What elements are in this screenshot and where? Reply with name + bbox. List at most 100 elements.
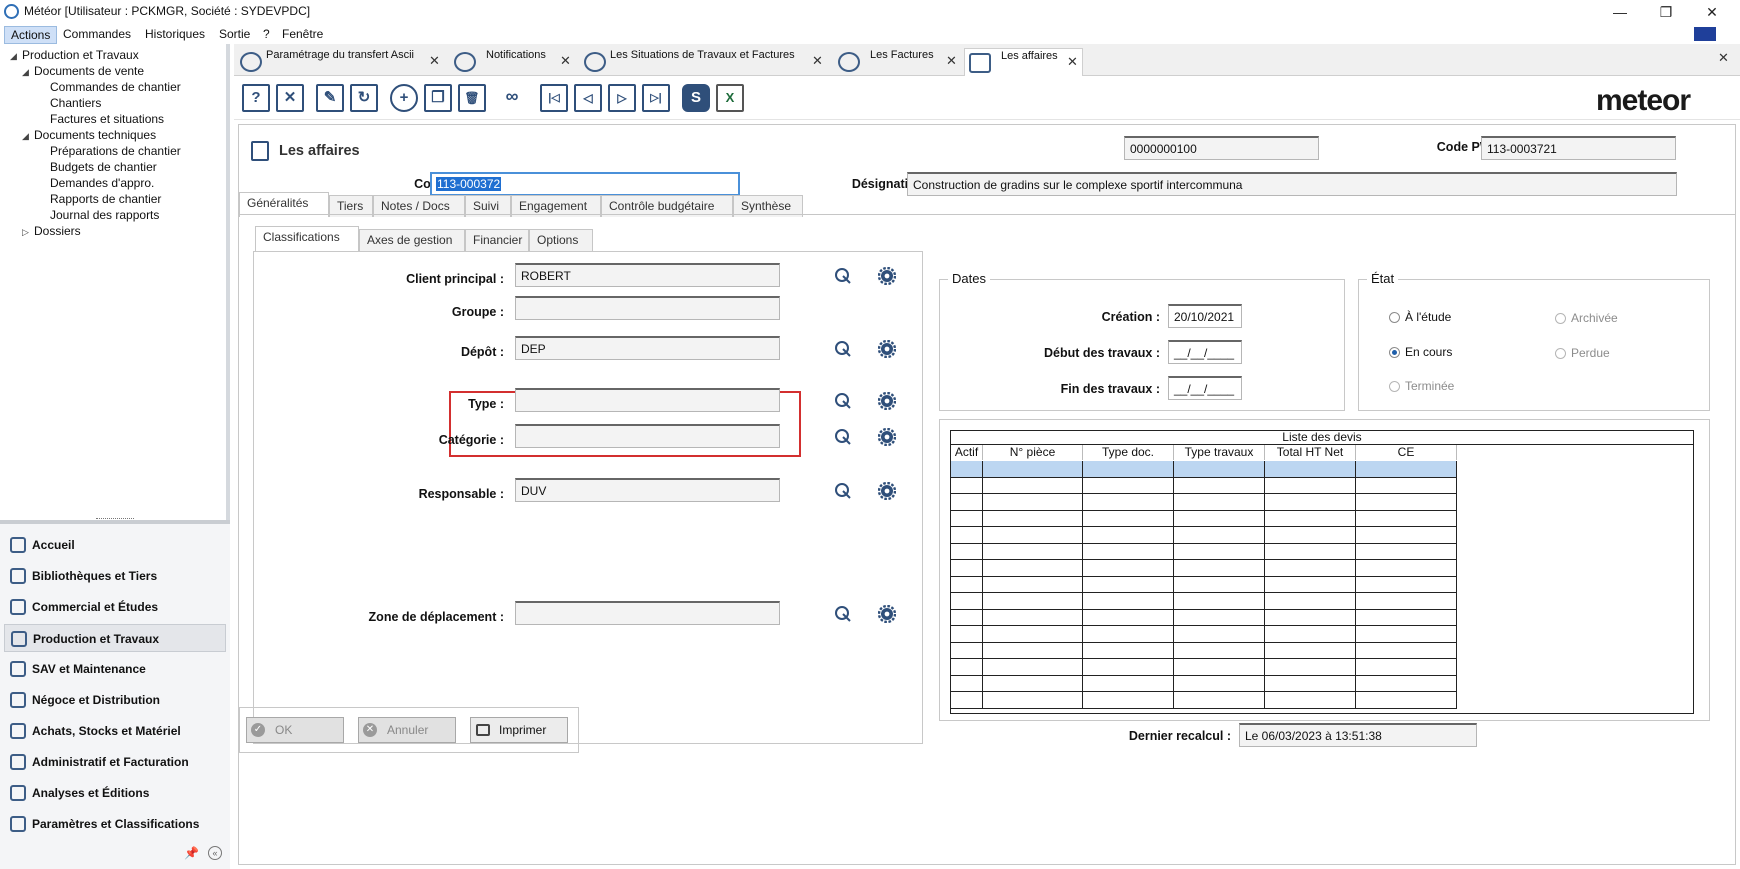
table-cell[interactable]: [951, 675, 983, 692]
table-cell[interactable]: [1174, 477, 1265, 494]
devis-column-header[interactable]: Total HT Net: [1265, 445, 1356, 460]
select-responsable-icon[interactable]: [834, 482, 852, 500]
zone-deplacement-field[interactable]: [515, 601, 780, 625]
table-cell[interactable]: [1083, 626, 1174, 643]
subtab-financier[interactable]: Financier: [465, 229, 529, 251]
table-cell[interactable]: [983, 461, 1083, 478]
table-cell[interactable]: [1083, 543, 1174, 560]
table-cell[interactable]: [1356, 461, 1457, 478]
collapse-icon[interactable]: «: [208, 846, 222, 860]
table-cell[interactable]: [1265, 642, 1356, 659]
debut-travaux-field[interactable]: __/__/____: [1168, 340, 1242, 364]
table-cell[interactable]: [1356, 477, 1457, 494]
menu-historiques[interactable]: Historiques: [139, 26, 211, 42]
refresh-button[interactable]: ↻: [350, 84, 378, 112]
client-principal-field[interactable]: ROBERT: [515, 263, 780, 287]
table-cell[interactable]: [1174, 659, 1265, 676]
table-cell[interactable]: [951, 477, 983, 494]
tree-item[interactable]: Préparations de chantier: [38, 144, 181, 158]
table-cell[interactable]: [951, 543, 983, 560]
nav-item[interactable]: Négoce et Distribution: [4, 686, 226, 714]
table-row[interactable]: [951, 659, 1457, 676]
categorie-settings-icon[interactable]: [877, 427, 897, 447]
nav-item[interactable]: Accueil: [4, 531, 226, 559]
devis-column-header[interactable]: Actif: [951, 445, 983, 460]
table-cell[interactable]: [1265, 675, 1356, 692]
table-cell[interactable]: [983, 527, 1083, 544]
close-tab-icon[interactable]: ✕: [812, 54, 823, 68]
tab-factures[interactable]: Les Factures ✕: [834, 48, 962, 76]
table-cell[interactable]: [1083, 593, 1174, 610]
table-row[interactable]: [951, 477, 1457, 494]
close-tab-icon[interactable]: ✕: [946, 54, 957, 68]
table-cell[interactable]: [1265, 527, 1356, 544]
table-cell[interactable]: [1265, 593, 1356, 610]
previous-button[interactable]: ◁: [574, 84, 602, 112]
fin-travaux-field[interactable]: __/__/____: [1168, 376, 1242, 400]
radio-en-cours[interactable]: [1389, 347, 1400, 358]
delete-button[interactable]: ✕: [276, 84, 304, 112]
tree-item[interactable]: Factures et situations: [38, 112, 164, 126]
table-cell[interactable]: [1356, 675, 1457, 692]
table-row[interactable]: [951, 593, 1457, 610]
select-depot-icon[interactable]: [834, 340, 852, 358]
devis-column-header[interactable]: CE: [1356, 445, 1457, 460]
expand-arrow-icon[interactable]: ◢: [22, 131, 34, 142]
close-all-icon[interactable]: ✕: [1718, 50, 1729, 66]
responsable-settings-icon[interactable]: [877, 481, 897, 501]
table-cell[interactable]: [983, 543, 1083, 560]
add-button[interactable]: +: [390, 84, 418, 112]
table-cell[interactable]: [1265, 543, 1356, 560]
tree-item[interactable]: Budgets de chantier: [38, 160, 157, 174]
table-cell[interactable]: [951, 461, 983, 478]
depot-settings-icon[interactable]: [877, 339, 897, 359]
menu-commandes[interactable]: Commandes: [57, 26, 137, 42]
table-row[interactable]: [951, 642, 1457, 659]
menu-actions[interactable]: Actions: [4, 26, 58, 44]
table-cell[interactable]: [1265, 659, 1356, 676]
groupe-field[interactable]: [515, 296, 780, 320]
menu-sortie[interactable]: Sortie: [213, 26, 256, 42]
table-cell[interactable]: [951, 576, 983, 593]
num-interne-field[interactable]: 0000000100: [1124, 136, 1319, 160]
imprimer-button[interactable]: Imprimer: [470, 717, 568, 743]
nav-item[interactable]: Production et Travaux: [4, 624, 226, 652]
tab-notifications[interactable]: Notifications ✕: [450, 48, 575, 76]
select-zone-icon[interactable]: [834, 605, 852, 623]
table-cell[interactable]: [1356, 494, 1457, 511]
categorie-field[interactable]: [515, 424, 780, 448]
radio-terminee[interactable]: [1389, 381, 1400, 392]
table-cell[interactable]: [1265, 576, 1356, 593]
tree-item[interactable]: Rapports de chantier: [38, 192, 161, 206]
table-cell[interactable]: [1174, 593, 1265, 610]
table-cell[interactable]: [951, 593, 983, 610]
select-client-icon[interactable]: [834, 267, 852, 285]
menu-fenetre[interactable]: Fenêtre: [276, 26, 329, 42]
code-pwo-field[interactable]: 113-0003721: [1481, 136, 1676, 160]
table-cell[interactable]: [1083, 609, 1174, 626]
menu-help[interactable]: ?: [257, 26, 276, 42]
table-cell[interactable]: [983, 675, 1083, 692]
table-cell[interactable]: [1265, 510, 1356, 527]
radio-archivee[interactable]: [1555, 313, 1566, 324]
table-cell[interactable]: [1265, 560, 1356, 577]
table-row[interactable]: [951, 609, 1457, 626]
nav-item[interactable]: Analyses et Éditions: [4, 779, 226, 807]
table-cell[interactable]: [1174, 626, 1265, 643]
edit-button[interactable]: ✎: [316, 84, 344, 112]
table-cell[interactable]: [983, 626, 1083, 643]
type-settings-icon[interactable]: [877, 391, 897, 411]
nav-item[interactable]: Administratif et Facturation: [4, 748, 226, 776]
table-cell[interactable]: [1174, 576, 1265, 593]
table-cell[interactable]: [1356, 659, 1457, 676]
meteor-s-button[interactable]: S: [682, 84, 710, 112]
ok-button[interactable]: ✓ OK: [246, 717, 344, 743]
table-cell[interactable]: [1174, 527, 1265, 544]
table-cell[interactable]: [1083, 461, 1174, 478]
table-cell[interactable]: [1174, 692, 1265, 709]
nav-item[interactable]: Achats, Stocks et Matériel: [4, 717, 226, 745]
expand-arrow-icon[interactable]: ◢: [22, 67, 34, 78]
table-row[interactable]: [951, 692, 1457, 709]
table-cell[interactable]: [983, 609, 1083, 626]
table-cell[interactable]: [1356, 527, 1457, 544]
